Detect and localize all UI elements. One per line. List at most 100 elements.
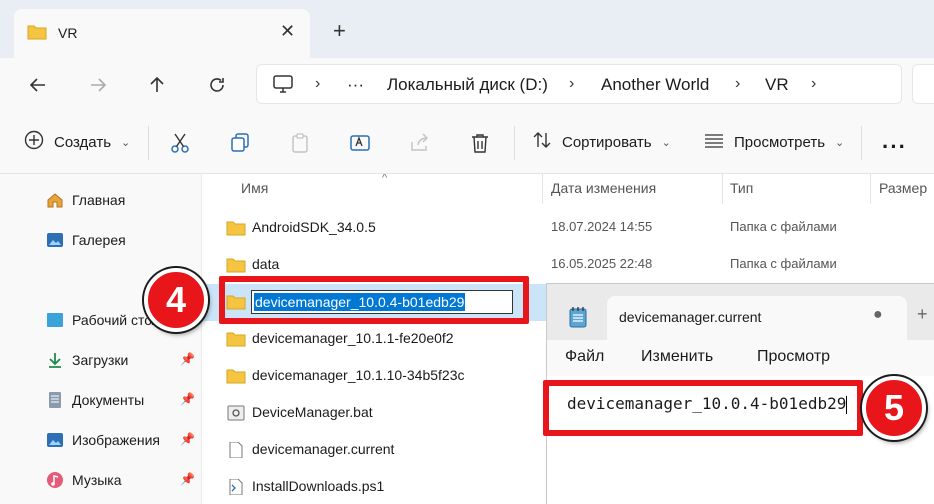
highlight-box-notepad [543,380,863,436]
download-icon [46,351,64,369]
sort-icon [532,130,552,154]
file-name: data [252,256,280,272]
column-header-name[interactable]: Имя [241,180,268,196]
sidebar-item-label: Главная [72,192,126,208]
new-tab-icon[interactable]: + [917,304,928,325]
pin-icon[interactable]: 📌 [180,352,195,366]
sidebar-item-downloads[interactable]: Загрузки [46,348,128,372]
forward-icon[interactable] [84,71,112,99]
column-divider[interactable] [542,174,543,204]
paste-icon[interactable] [289,132,311,154]
file-name: devicemanager_10.1.1-fe20e0f2 [252,330,454,346]
batch-file-icon [227,405,245,421]
chevron-right-icon: › [315,75,321,92]
menu-edit[interactable]: Изменить [641,348,713,366]
back-icon[interactable] [24,71,52,99]
folder-icon [27,24,47,43]
sidebar-item-label: Загрузки [72,352,129,368]
search-box[interactable] [912,64,934,104]
file-date: 16.05.2025 22:48 [551,256,653,271]
share-icon[interactable] [409,132,431,154]
notepad-title-bar: devicemanager.current ● + [547,284,934,340]
computer-icon [273,75,293,96]
column-header-size[interactable]: Размер [879,180,927,196]
more-options-icon[interactable]: ··· [882,134,907,160]
notepad-icon [569,306,587,331]
sidebar-item-pictures[interactable]: Изображения [46,428,160,452]
step-badge-5: 5 [862,376,926,440]
sidebar-item-label: Музыка [72,472,122,488]
file-type: Папка с файлами [730,219,837,234]
sort-button[interactable]: Сортировать ⌄ [532,130,671,154]
divider [514,126,515,160]
sidebar-item-desktop[interactable]: Рабочий стол [46,308,160,332]
notepad-tab-title: devicemanager.current [619,309,762,325]
plus-circle-icon [24,130,44,154]
column-header-date[interactable]: Дата изменения [551,180,656,196]
home-icon [46,191,64,209]
breadcrumb-drive[interactable]: Локальный диск (D:) [387,75,548,95]
sort-label: Сортировать [562,133,652,151]
folder-icon [226,332,246,347]
new-tab-icon[interactable]: + [333,20,346,42]
breadcrumb-ellipsis[interactable]: ··· [347,75,364,95]
cut-icon[interactable] [169,132,191,154]
pin-icon[interactable]: 📌 [180,432,195,446]
sidebar-item-label: Документы [72,392,145,408]
divider [861,126,862,160]
rename-icon[interactable] [349,132,371,154]
sort-ascending-icon: ^ [382,174,388,184]
navigation-bar: › ··· Локальный диск (D:) › Another Worl… [0,58,934,112]
sidebar-item-label: Галерея [72,232,126,248]
documents-icon [46,391,64,409]
address-bar[interactable]: › ··· Локальный диск (D:) › Another Worl… [256,64,902,104]
breadcrumb-another-world[interactable]: Another World [601,75,709,95]
breadcrumb-vr[interactable]: VR [765,75,789,95]
chevron-right-icon: › [735,75,741,92]
title-bar: VR ✕ + [0,0,934,58]
sidebar-item-label: Изображения [72,432,160,448]
up-icon[interactable] [143,71,171,99]
pictures-icon [46,431,64,449]
unsaved-dot-icon[interactable]: ● [873,306,883,324]
sidebar-item-gallery[interactable]: Галерея [46,228,126,252]
navigation-pane: Главная Галерея Рабочий стол Загрузки 📌 … [0,174,202,504]
desktop-icon [46,311,64,329]
file-date: 18.07.2024 14:55 [551,219,653,234]
column-divider[interactable] [870,174,871,204]
sidebar-item-music[interactable]: Музыка [46,468,122,492]
pin-icon[interactable]: 📌 [180,472,195,486]
sidebar-item-home[interactable]: Главная [46,188,125,212]
tab-title: VR [58,25,78,41]
menu-view[interactable]: Просмотр [757,348,830,366]
pin-icon[interactable]: 📌 [180,392,195,406]
view-button[interactable]: Просмотреть ⌄ [704,130,844,154]
column-header-type[interactable]: Тип [730,180,753,196]
folder-icon [226,258,246,273]
gallery-icon [46,231,64,249]
file-row[interactable]: AndroidSDK_34.0.5 18.07.2024 14:55 Папка… [202,210,934,247]
chevron-right-icon: › [569,75,575,92]
view-label: Просмотреть [734,133,826,151]
folder-icon [226,221,246,236]
create-button[interactable]: Создать ⌄ [24,130,130,154]
view-list-icon [704,130,724,154]
notepad-tab[interactable]: devicemanager.current ● [607,296,907,340]
copy-icon[interactable] [229,132,251,154]
file-name: devicemanager_10.1.10-34b5f23c [252,367,465,383]
chevron-down-icon: ⌄ [661,136,671,149]
close-tab-icon[interactable]: ✕ [280,21,295,42]
file-name: AndroidSDK_34.0.5 [252,219,376,235]
music-icon [46,471,64,489]
refresh-icon[interactable] [203,71,231,99]
delete-icon[interactable] [469,132,491,154]
chevron-right-icon[interactable]: › [811,75,816,93]
tab-vr[interactable]: VR ✕ [14,9,310,58]
menu-file[interactable]: Файл [565,348,604,366]
create-label: Создать [54,133,112,151]
sidebar-item-documents[interactable]: Документы [46,388,144,412]
divider [148,126,149,160]
column-divider[interactable] [722,174,723,204]
script-file-icon [229,479,243,495]
file-icon [229,442,243,458]
